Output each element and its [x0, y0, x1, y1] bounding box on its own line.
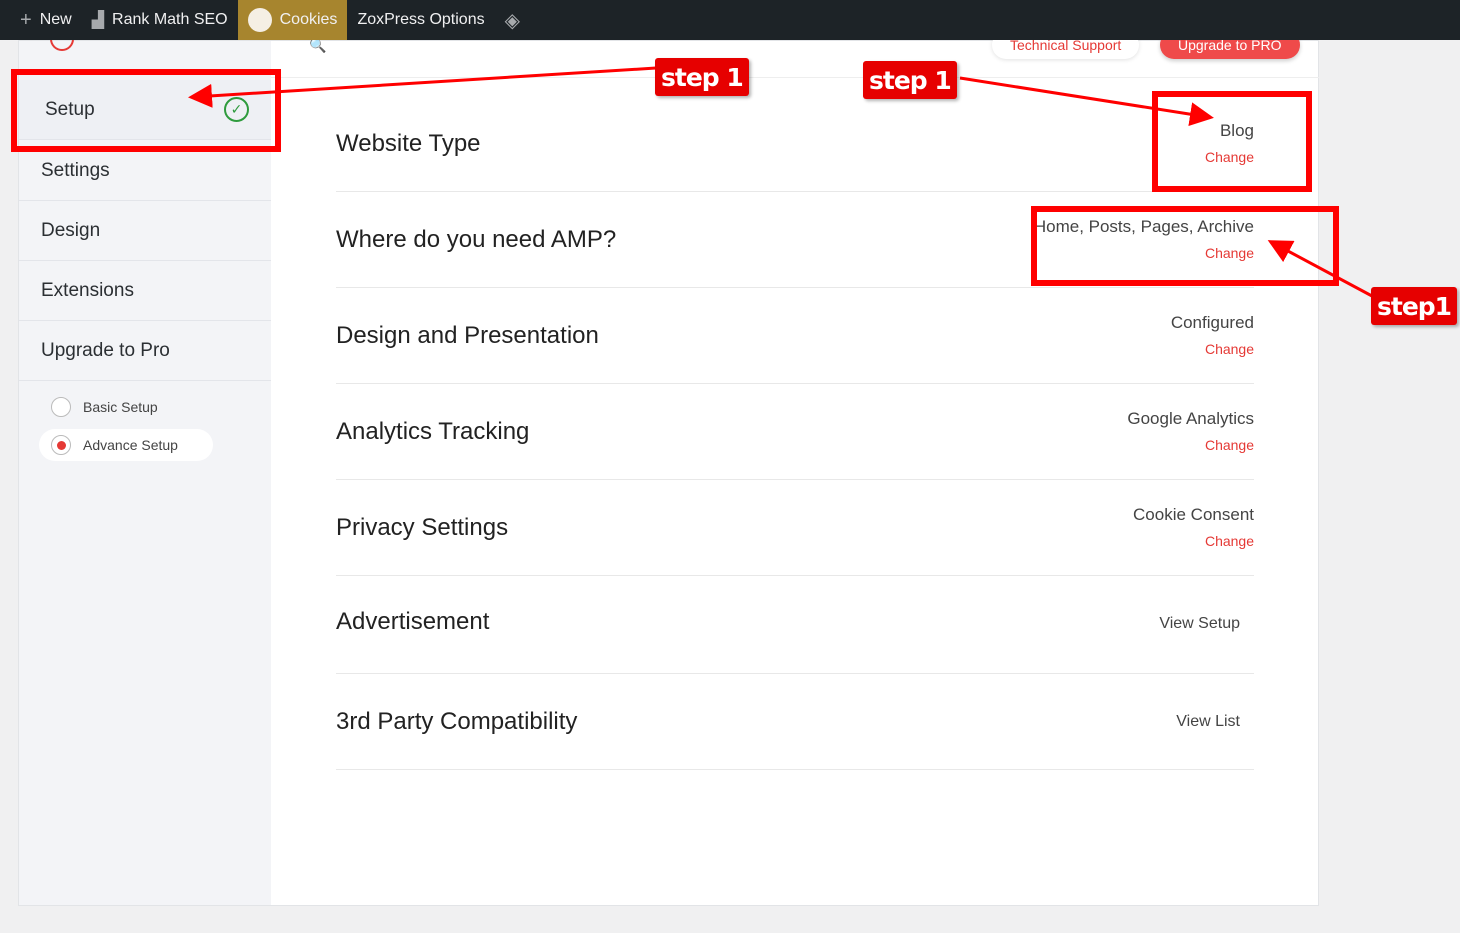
- step-label-3: step1: [1371, 287, 1458, 325]
- step-label-1: step 1: [655, 58, 749, 96]
- arrow-to-amp: [1267, 240, 1373, 298]
- step-label-2: step 1: [863, 61, 957, 99]
- annotation-arrows: [188, 66, 1373, 298]
- arrow-to-setup: [188, 66, 657, 108]
- arrow-to-blog: [959, 76, 1214, 127]
